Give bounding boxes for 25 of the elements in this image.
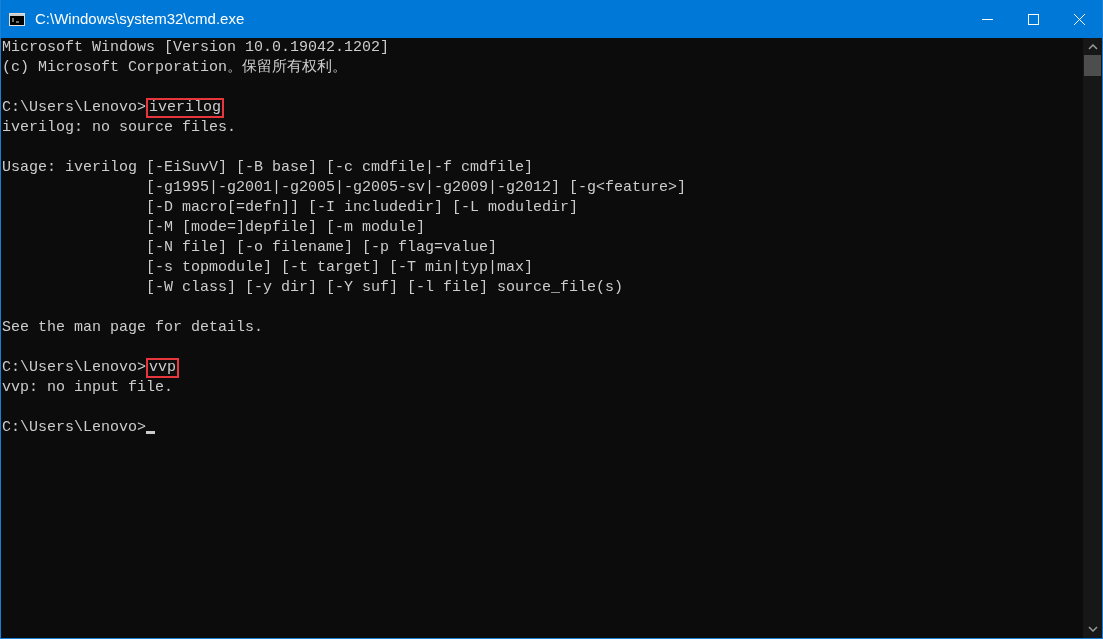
console-output-line: See the man page for details. [2, 318, 264, 338]
console-output-line: [-W class] [-y dir] [-Y suf] [-l file] source_file(s) [145, 278, 624, 298]
console-output-line: vvp: no input file. [2, 378, 174, 398]
window-title: C:\Windows\system32\cmd.exe [35, 8, 245, 29]
scrollbar-thumb[interactable] [1084, 55, 1101, 76]
console-icon [9, 12, 25, 26]
console-output-line: [-D macro[=defn]] [-I includedir] [-L moduledir] [145, 198, 579, 218]
close-icon [1073, 13, 1085, 25]
console-output-line: [-s topmodule] [-t target] [-T min|typ|max] [145, 258, 534, 278]
console-output-line: Usage: iverilog [-EiSuvV] [-B base] [-c cmdfile|-f cmdfile] [2, 158, 534, 178]
scroll-up-icon[interactable] [1087, 44, 1098, 50]
scroll-down-icon[interactable] [1087, 626, 1098, 632]
console-output-line: (c) Microsoft Corporation。保留所有权利。 [2, 58, 348, 78]
typed-command: iverilog [146, 98, 225, 118]
command-prompt: C:\Users\Lenovo> [2, 418, 147, 438]
typed-command: vvp [146, 358, 180, 378]
command-prompt: C:\Users\Lenovo> [2, 358, 147, 378]
maximize-icon [1027, 13, 1039, 25]
console-output-line: iverilog: no source files. [2, 118, 237, 138]
command-prompt: C:\Users\Lenovo> [2, 98, 147, 118]
console-output-line: [-N file] [-o filename] [-p flag=value] [145, 238, 498, 258]
console-output-line: [-g1995|-g2001|-g2005|-g2005-sv|-g2009|-g2012] [-g<feature>] [145, 178, 687, 198]
console-output-line: [-M [mode=]depfile] [-m module] [145, 218, 426, 238]
console-output-line: Microsoft Windows [Version 10.0.19042.1202] [2, 38, 390, 58]
scrollbar[interactable] [1083, 38, 1102, 638]
